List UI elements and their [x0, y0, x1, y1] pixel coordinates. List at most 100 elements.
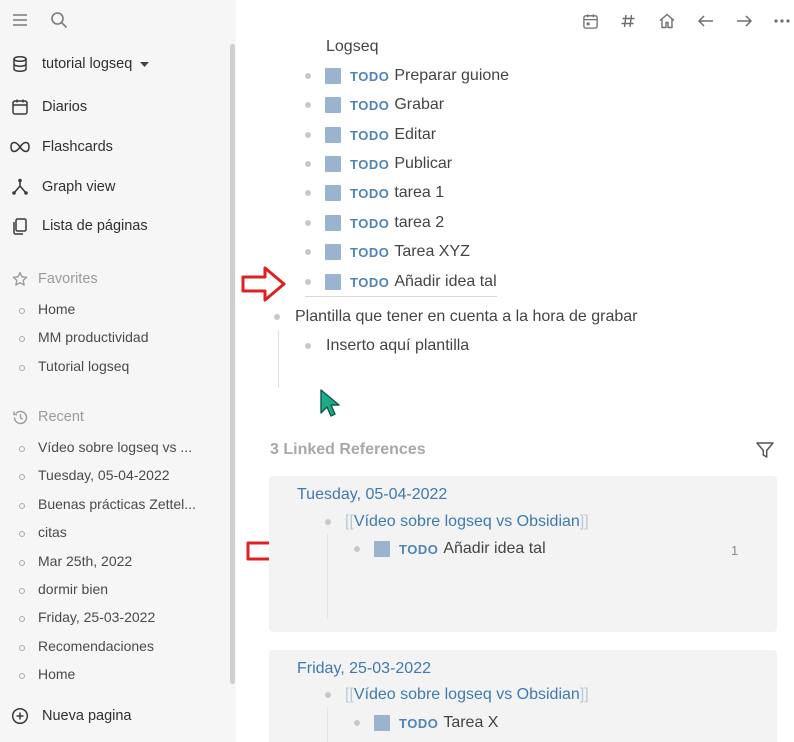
pages-icon — [10, 216, 30, 236]
todo-text: Grabar — [394, 96, 445, 113]
todo-text: tarea 2 — [394, 214, 445, 231]
recent-item[interactable]: Buenas prácticas Zettel... — [18, 490, 196, 518]
new-page-label: Nueva pagina — [42, 708, 132, 724]
todo-checkbox[interactable] — [374, 541, 390, 557]
favorites-label: Favorites — [38, 271, 98, 287]
todo-checkbox[interactable] — [325, 244, 341, 260]
back-arrow-icon[interactable] — [695, 11, 717, 31]
todo-text: Editar — [394, 126, 437, 143]
history-icon — [11, 408, 29, 426]
reference-page-title[interactable]: Friday, 25-03-2022 — [297, 660, 431, 678]
hash-icon[interactable] — [617, 11, 639, 31]
todo-block[interactable]: TODO Tarea X — [354, 714, 498, 732]
template-block[interactable]: Plantilla que tener en cuenta a la hora … — [274, 308, 637, 326]
todo-block[interactable]: TODO Preparar guione — [305, 67, 509, 85]
nav-lista-paginas-label: Lista de páginas — [42, 218, 148, 234]
todo-marker: TODO — [399, 715, 439, 731]
todo-block[interactable]: TODO Publicar — [305, 155, 452, 173]
todo-checkbox[interactable] — [325, 127, 341, 143]
block-bullet[interactable] — [354, 546, 360, 552]
recent-item[interactable]: Home — [18, 660, 196, 688]
todo-checkbox[interactable] — [325, 274, 341, 290]
recent-item[interactable]: citas — [18, 518, 196, 546]
filter-icon[interactable] — [755, 441, 775, 464]
todo-block[interactable]: TODO Añadir idea tal — [354, 540, 546, 558]
reference-count[interactable]: 1 — [731, 543, 738, 558]
mouse-cursor-icon — [320, 389, 340, 417]
todo-checkbox[interactable] — [325, 215, 341, 231]
database-icon — [10, 54, 30, 74]
annotation-arrow-icon — [241, 266, 286, 302]
page-reference-link[interactable]: [[Vídeo sobre logseq vs Obsidian]] — [345, 513, 589, 531]
block-bullet[interactable] — [274, 314, 280, 320]
block-bullet[interactable] — [305, 220, 311, 226]
todo-block-editing[interactable]: TODO Añadir idea tal — [305, 273, 497, 297]
recent-item[interactable]: Tuesday, 05-04-2022 — [18, 461, 196, 489]
todo-marker: TODO — [350, 185, 390, 201]
search-icon[interactable] — [49, 10, 69, 35]
reference-page-title[interactable]: Tuesday, 05-04-2022 — [297, 486, 447, 504]
todo-block[interactable]: TODO tarea 2 — [305, 214, 444, 232]
block-bullet[interactable] — [305, 249, 311, 255]
favorite-item[interactable]: MM productividad — [18, 323, 149, 351]
block-bullet[interactable] — [325, 519, 331, 525]
block-bullet[interactable] — [325, 692, 331, 698]
calendar-icon — [10, 97, 30, 117]
nav-graph-view[interactable]: Graph view — [10, 177, 115, 197]
todo-block[interactable]: TODO Editar — [305, 126, 436, 144]
calendar-icon[interactable] — [579, 11, 601, 31]
block-bullet[interactable] — [305, 190, 311, 196]
todo-checkbox[interactable] — [374, 715, 390, 731]
block-bullet[interactable] — [305, 102, 311, 108]
reference-parent-block[interactable]: [[Vídeo sobre logseq vs Obsidian]] — [325, 686, 589, 704]
todo-block[interactable]: TODO tarea 1 — [305, 184, 444, 202]
block-bullet[interactable] — [305, 73, 311, 79]
plus-circle-icon — [10, 706, 30, 726]
menu-icon[interactable] — [10, 10, 30, 35]
recent-item[interactable]: Friday, 25-03-2022 — [18, 603, 196, 631]
partial-block-text[interactable]: Logseq — [326, 38, 379, 56]
linked-references-title[interactable]: 3 Linked References — [270, 441, 426, 459]
star-icon — [11, 270, 29, 288]
block-text: Plantilla que tener en cuenta a la hora … — [295, 308, 638, 325]
block-thread-line — [327, 707, 328, 742]
block-bullet[interactable] — [305, 132, 311, 138]
block-bullet[interactable] — [305, 343, 311, 349]
todo-checkbox[interactable] — [325, 68, 341, 84]
todo-marker: TODO — [350, 68, 390, 84]
more-icon[interactable] — [771, 11, 793, 31]
todo-marker: TODO — [350, 215, 390, 231]
todo-checkbox[interactable] — [325, 97, 341, 113]
reference-parent-block[interactable]: [[Vídeo sobre logseq vs Obsidian]] — [325, 513, 589, 531]
block-bullet[interactable] — [354, 720, 360, 726]
recent-item[interactable]: dormir bien — [18, 575, 196, 603]
favorite-item[interactable]: Home — [18, 295, 149, 323]
home-icon[interactable] — [656, 11, 678, 31]
todo-checkbox[interactable] — [325, 185, 341, 201]
recent-item[interactable]: Vídeo sobre logseq vs ... — [18, 433, 196, 461]
todo-text: tarea 1 — [394, 184, 445, 201]
todo-marker: TODO — [350, 244, 390, 260]
favorite-item[interactable]: Tutorial logseq — [18, 352, 149, 380]
recent-item[interactable]: Recomendaciones — [18, 632, 196, 660]
block-bullet[interactable] — [305, 279, 311, 285]
page-reference-link[interactable]: [[Vídeo sobre logseq vs Obsidian]] — [345, 686, 589, 704]
sidebar-scrollbar[interactable] — [230, 44, 235, 684]
todo-checkbox[interactable] — [325, 156, 341, 172]
todo-block[interactable]: TODO Grabar — [305, 96, 444, 114]
todo-block[interactable]: TODO Tarea XYZ — [305, 243, 470, 261]
favorites-header[interactable]: Favorites — [11, 270, 98, 288]
reference-card: Tuesday, 05-04-2022 [[Vídeo sobre logseq… — [269, 476, 777, 632]
todo-text: Publicar — [394, 155, 453, 172]
recent-header[interactable]: Recent — [11, 408, 84, 426]
forward-arrow-icon[interactable] — [733, 11, 755, 31]
template-child-block[interactable]: Inserto aquí plantilla — [305, 337, 469, 355]
recent-item[interactable]: Mar 25th, 2022 — [18, 547, 196, 575]
block-thread-line — [278, 330, 279, 388]
nav-diarios[interactable]: Diarios — [10, 97, 87, 117]
block-bullet[interactable] — [305, 161, 311, 167]
nav-lista-paginas[interactable]: Lista de páginas — [10, 216, 148, 236]
nav-flashcards[interactable]: Flashcards — [10, 137, 113, 157]
graph-selector[interactable]: tutorial logseq — [10, 54, 150, 74]
new-page-button[interactable]: Nueva pagina — [10, 706, 132, 726]
